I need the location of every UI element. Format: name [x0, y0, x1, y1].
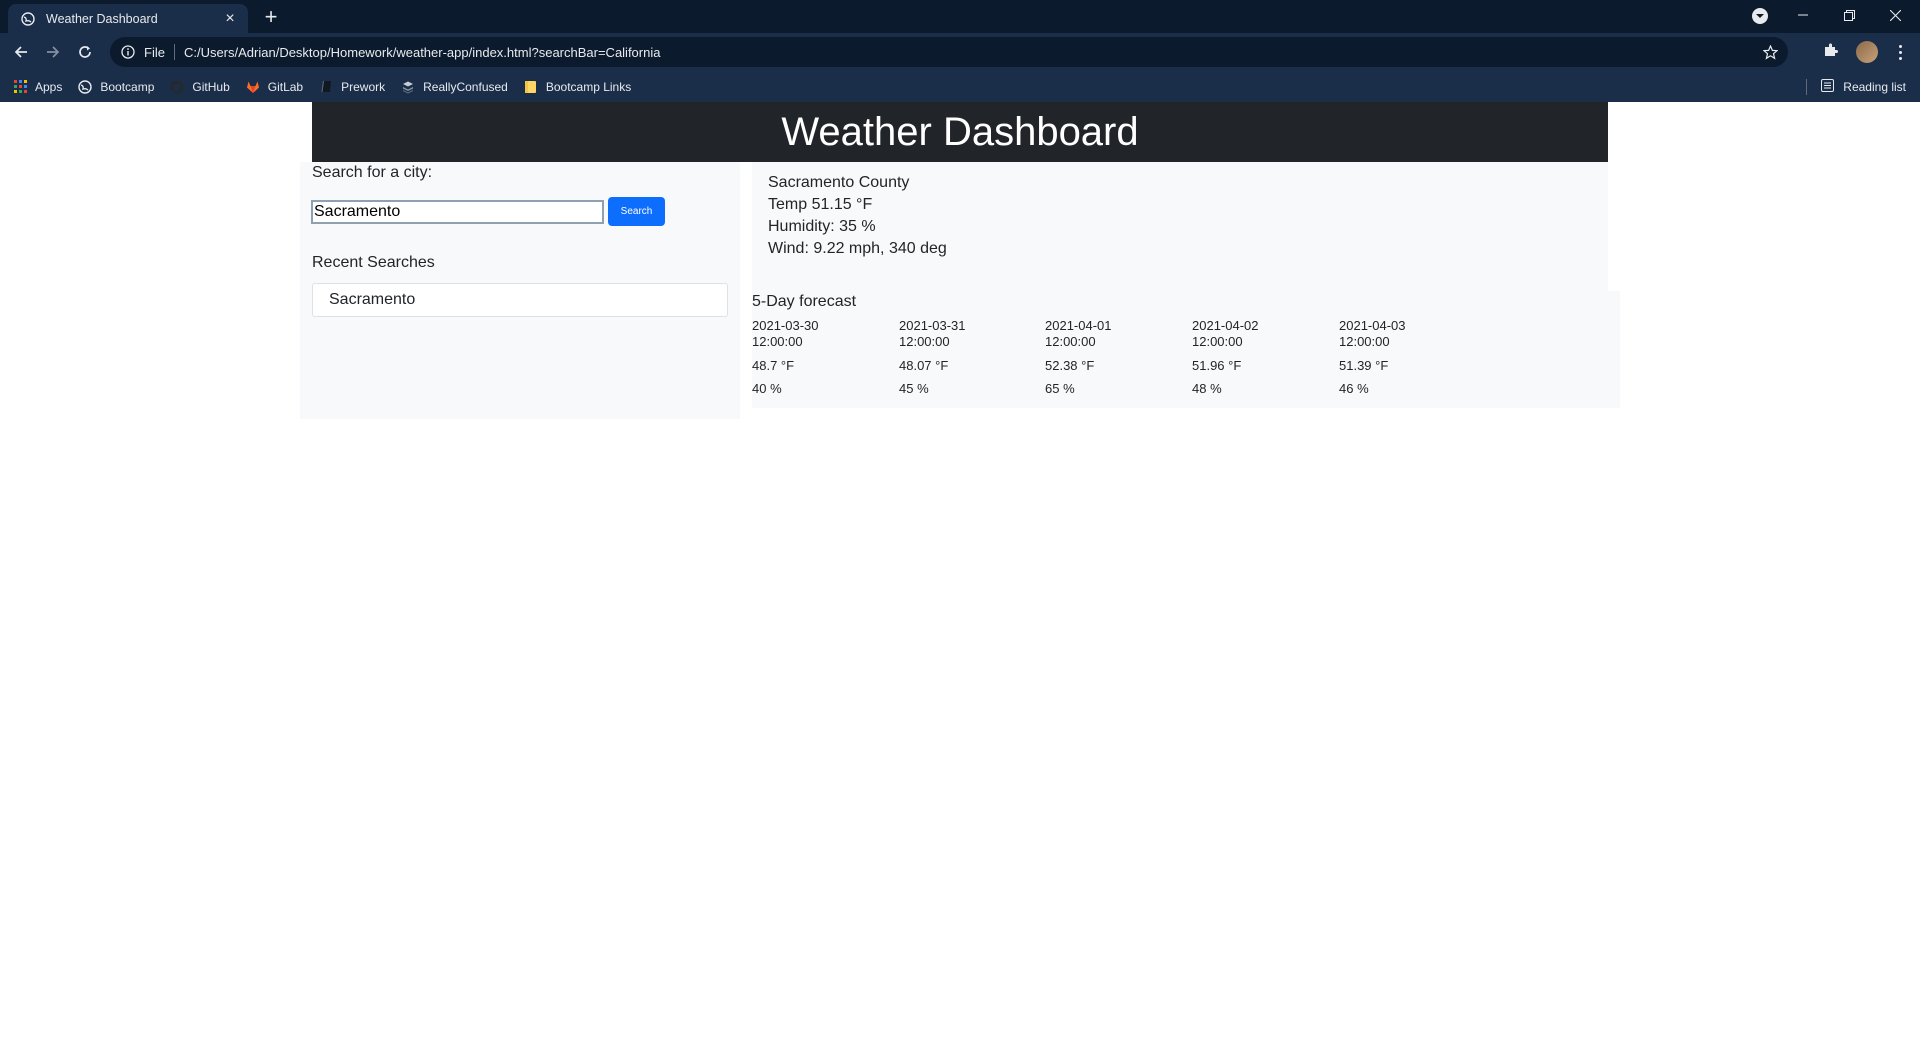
bookmark-label: Bootcamp Links: [545, 79, 632, 94]
search-sidebar: Search for a city: Search Recent Searche…: [300, 162, 740, 419]
browser-menu-icon[interactable]: [1890, 41, 1910, 63]
browser-toolbar: File C:/Users/Adrian/Desktop/Homework/we…: [0, 33, 1920, 71]
globe-icon: [20, 11, 36, 27]
forecast-day: 2021-04-03 12:00:00 51.39 °F 46 %: [1339, 318, 1479, 396]
forecast-humidity: 40 %: [752, 381, 782, 396]
address-scheme-label: File: [144, 44, 165, 60]
forecast-panel: 5-Day forecast 2021-03-30 12:00:00 48.7 …: [752, 291, 1620, 408]
page-content: Weather Dashboard Search for a city: Sea…: [0, 102, 1920, 1040]
back-arrow-icon[interactable]: [9, 40, 33, 64]
stack-icon: [401, 80, 415, 94]
forecast-temp: 48.7 °F: [752, 358, 795, 373]
github-icon: [170, 80, 184, 94]
bookmarks-bar: Apps Bootcamp GitHub GitLab Prework Real…: [0, 71, 1920, 102]
forecast-date: 2021-03-31 12:00:00: [899, 318, 966, 349]
address-divider: [173, 44, 175, 60]
browser-tab-strip: Weather Dashboard × +: [0, 0, 1920, 33]
forecast-temp: 51.39 °F: [1339, 358, 1389, 373]
reading-list-icon: [1821, 78, 1835, 95]
minimize-icon[interactable]: [1780, 0, 1826, 30]
bookmark-prework[interactable]: Prework: [319, 80, 385, 94]
bookmark-label: Apps: [35, 79, 63, 94]
bookmark-label: GitLab: [267, 79, 304, 94]
forecast-temp: 51.96 °F: [1192, 358, 1242, 373]
forecast-day: 2021-04-02 12:00:00 51.96 °F 48 %: [1192, 318, 1332, 396]
forecast-day: 2021-03-30 12:00:00 48.7 °F 40 %: [752, 318, 892, 396]
reading-list-label: Reading list: [1843, 79, 1906, 94]
page-header: Weather Dashboard: [312, 102, 1608, 162]
current-weather-panel: Sacramento County Temp 51.15 °F Humidity…: [752, 162, 1608, 291]
reading-list-button[interactable]: Reading list: [1821, 71, 1906, 102]
reload-icon[interactable]: [73, 40, 97, 64]
current-wind: Wind: 9.22 mph, 340 deg: [768, 240, 947, 257]
bookmark-reallyconfused[interactable]: ReallyConfused: [401, 80, 508, 94]
current-location: Sacramento County: [768, 174, 910, 191]
search-button[interactable]: Search: [608, 197, 665, 226]
forecast-date: 2021-04-01 12:00:00: [1045, 318, 1112, 349]
bookmark-bootcamp[interactable]: Bootcamp: [78, 80, 154, 94]
forecast-humidity: 48 %: [1192, 381, 1222, 396]
apps-grid-icon: [13, 80, 27, 94]
restore-icon[interactable]: [1826, 0, 1872, 30]
bookmark-bootcamp-links[interactable]: Bootcamp Links: [524, 80, 631, 94]
folder-icon: [524, 80, 538, 94]
recent-searches-list: Sacramento: [312, 283, 728, 317]
current-humidity: Humidity: 35 %: [768, 218, 876, 235]
gitlab-icon: [246, 80, 260, 94]
bootcamp-icon: [78, 79, 93, 94]
forecast-date: 2021-04-03 12:00:00: [1339, 318, 1406, 349]
tab-title: Weather Dashboard: [46, 11, 158, 26]
tab-search-icon[interactable]: [1752, 8, 1768, 24]
forecast-temp: 52.38 °F: [1045, 358, 1095, 373]
bookmark-label: GitHub: [192, 79, 230, 94]
recent-searches-title: Recent Searches: [312, 254, 435, 271]
bookmark-star-icon[interactable]: [1758, 40, 1782, 64]
forecast-temp: 48.07 °F: [899, 358, 949, 373]
browser-tab[interactable]: Weather Dashboard ×: [8, 4, 248, 33]
close-window-icon[interactable]: [1872, 0, 1918, 30]
forecast-humidity: 46 %: [1339, 381, 1369, 396]
bookmark-label: Prework: [341, 79, 386, 94]
page-title: Weather Dashboard: [781, 109, 1139, 154]
info-icon[interactable]: [120, 44, 136, 60]
city-search-input[interactable]: [311, 200, 604, 224]
forecast-day: 2021-03-31 12:00:00 48.07 °F 45 %: [899, 318, 1039, 396]
book-icon: [319, 80, 333, 94]
forecast-date: 2021-04-02 12:00:00: [1192, 318, 1259, 349]
profile-avatar[interactable]: [1856, 41, 1878, 63]
forecast-title: 5-Day forecast: [752, 293, 857, 310]
bookmark-apps[interactable]: Apps: [13, 80, 62, 94]
bookmark-label: Bootcamp: [100, 79, 155, 94]
forecast-humidity: 65 %: [1045, 381, 1075, 396]
close-tab-icon[interactable]: ×: [222, 10, 238, 28]
forecast-humidity: 45 %: [899, 381, 929, 396]
recent-search-item[interactable]: Sacramento: [312, 283, 728, 317]
new-tab-button[interactable]: +: [260, 6, 282, 28]
search-label: Search for a city:: [312, 164, 433, 181]
forecast-day: 2021-04-01 12:00:00 52.38 °F 65 %: [1045, 318, 1185, 396]
bookmark-github[interactable]: GitHub: [170, 79, 230, 94]
url-text[interactable]: C:/Users/Adrian/Desktop/Homework/weather…: [184, 45, 1758, 60]
current-temp: Temp 51.15 °F: [768, 196, 873, 213]
address-bar[interactable]: File C:/Users/Adrian/Desktop/Homework/we…: [110, 37, 1788, 67]
extensions-puzzle-icon[interactable]: [1823, 42, 1839, 63]
forward-arrow-icon[interactable]: [41, 40, 65, 64]
bookmark-gitlab[interactable]: GitLab: [246, 80, 303, 94]
bookmarks-divider: [1806, 79, 1807, 95]
forecast-date: 2021-03-30 12:00:00: [752, 318, 819, 349]
bookmark-label: ReallyConfused: [423, 79, 508, 94]
